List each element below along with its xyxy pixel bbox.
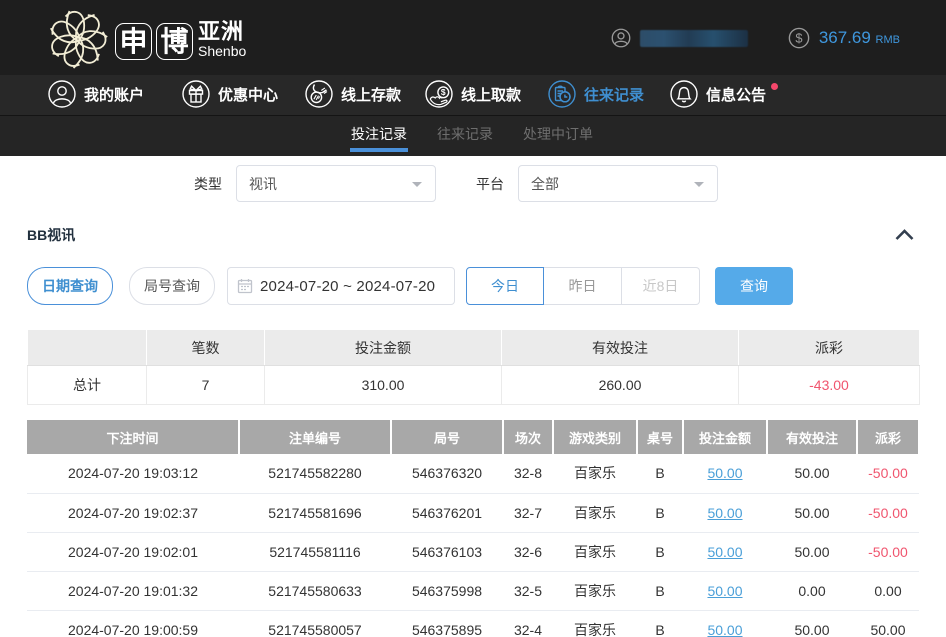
svg-text:$: $: [441, 87, 446, 97]
svg-text:$: $: [795, 31, 802, 46]
